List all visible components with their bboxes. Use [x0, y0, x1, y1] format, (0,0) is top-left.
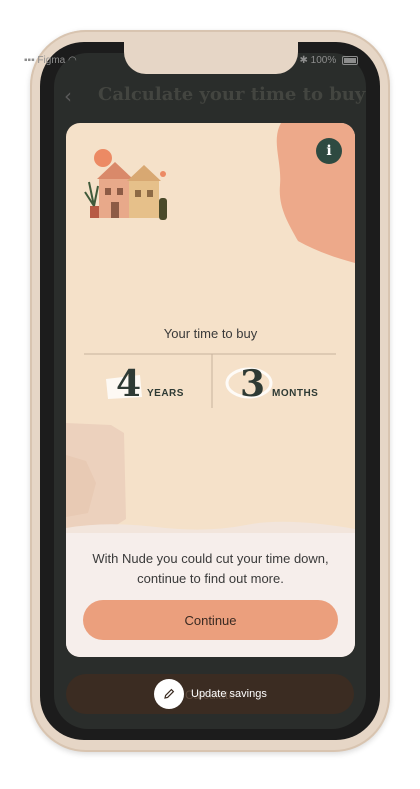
bottom-action-bar: Calculate Update savings	[66, 674, 354, 714]
months-unit: MONTHS	[272, 388, 319, 399]
back-arrow-icon[interactable]: ‹	[64, 84, 72, 108]
battery-percent: 100%	[310, 55, 337, 66]
phone-notch	[124, 40, 298, 74]
page-title: Calculate your time to buy	[98, 84, 366, 105]
houses-illustration	[84, 149, 167, 220]
years-value: 4	[116, 363, 142, 405]
bluetooth-icon: ✱	[299, 55, 308, 66]
wifi-icon: ◠	[68, 55, 77, 66]
update-savings-button[interactable]: Update savings	[154, 677, 267, 711]
continue-button[interactable]: Continue	[83, 600, 338, 640]
modal-description: With Nude you could cut your time down, …	[92, 551, 329, 586]
battery-icon	[342, 55, 358, 65]
months-value: 3	[240, 363, 266, 405]
status-bar-left: ▪▪▪ Figma ◠	[24, 55, 77, 66]
time-to-buy-modal: i Your time to buy 4 YEARS 3 MONTHS With…	[66, 123, 355, 657]
signal-icon: ▪▪▪	[24, 55, 35, 66]
years-unit: YEARS	[147, 388, 184, 399]
info-button[interactable]: i	[316, 138, 342, 164]
pencil-icon	[154, 679, 184, 709]
update-savings-label: Update savings	[191, 688, 267, 700]
carrier-name: Figma	[37, 55, 66, 66]
status-bar-right: ✱ 100%	[299, 55, 358, 66]
time-to-buy-label: Your time to buy	[163, 326, 258, 341]
